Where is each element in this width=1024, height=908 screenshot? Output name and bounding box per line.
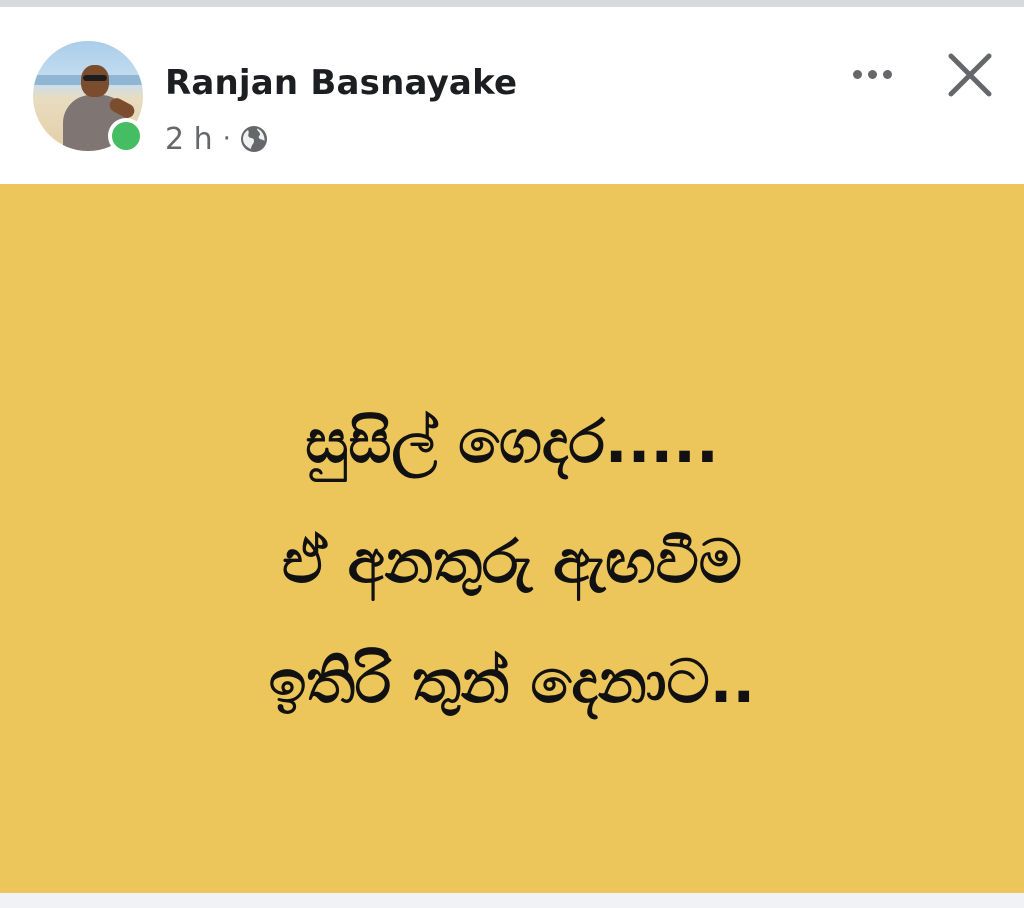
post-header: Ranjan Basnayake 2 h · <box>0 7 1024 184</box>
post-background-card[interactable]: සුසිල් ගෙදර..... ඒ අනතුරු ඇඟවීම ඉතිරි තු… <box>0 184 1024 893</box>
meta-separator: · <box>222 124 231 154</box>
post-text: සුසිල් ගෙදර..... ඒ අනතුරු ඇඟවීම ඉතිරි තු… <box>0 382 1024 742</box>
post-meta: 2 h · <box>165 119 269 159</box>
more-options-dot <box>867 69 877 79</box>
avatar-head <box>81 65 109 97</box>
globe-icon[interactable] <box>239 124 269 154</box>
more-options-icon <box>852 69 862 79</box>
bottom-divider <box>0 893 1024 908</box>
top-divider <box>0 0 1024 7</box>
online-status-dot <box>108 118 144 154</box>
author-name[interactable]: Ranjan Basnayake <box>165 63 517 103</box>
post-text-line-1: සුසිල් ගෙදර..... <box>305 407 719 477</box>
post-timestamp[interactable]: 2 h <box>165 122 213 157</box>
post-text-line-2: ඒ අනතුරු ඇඟවීම <box>282 527 742 597</box>
more-options-button[interactable] <box>846 57 898 91</box>
more-options-dot <box>882 69 892 79</box>
post-text-line-3: ඉතිරි තුන් දෙනාට.. <box>268 647 756 717</box>
close-icon <box>948 53 992 97</box>
avatar-glasses <box>83 75 107 81</box>
close-button[interactable] <box>942 47 998 103</box>
